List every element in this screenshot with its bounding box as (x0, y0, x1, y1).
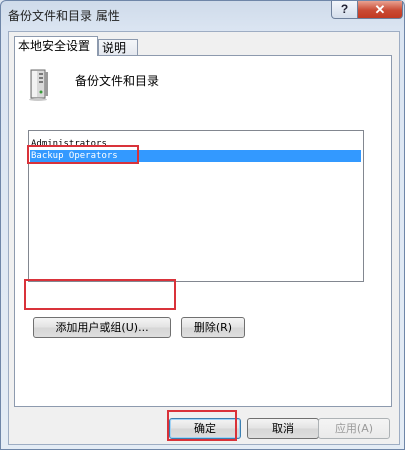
close-button[interactable]: ✕ (357, 1, 403, 19)
dialog-client-area: 本地安全设置 说明 备份文件和目录 Administrators Backup … (8, 31, 400, 445)
cancel-button[interactable]: 取消 (247, 418, 319, 439)
apply-button[interactable]: 应用(A) (318, 418, 390, 439)
policy-name: 备份文件和目录 (75, 74, 160, 88)
tab-panel: 备份文件和目录 Administrators Backup Operators … (14, 55, 392, 407)
server-icon (29, 69, 48, 101)
tab-explain[interactable]: 说明 (98, 39, 138, 56)
help-button[interactable]: ? (331, 1, 358, 19)
list-item-administrators[interactable]: Administrators (31, 138, 359, 150)
dialog-title: 备份文件和目录 属性 (8, 9, 120, 23)
properties-dialog: 备份文件和目录 属性 ? ✕ 本地安全设置 说明 备份文件和目录 Adminis… (0, 0, 405, 450)
ok-button[interactable]: 确定 (169, 418, 241, 439)
add-user-or-group-button[interactable]: 添加用户或组(U)... (33, 317, 171, 338)
remove-button[interactable]: 删除(R) (181, 317, 245, 338)
members-listbox[interactable]: Administrators Backup Operators (28, 130, 364, 282)
tab-local-security-setting[interactable]: 本地安全设置 (14, 36, 98, 56)
list-item-backup-operators[interactable]: Backup Operators (30, 150, 361, 162)
